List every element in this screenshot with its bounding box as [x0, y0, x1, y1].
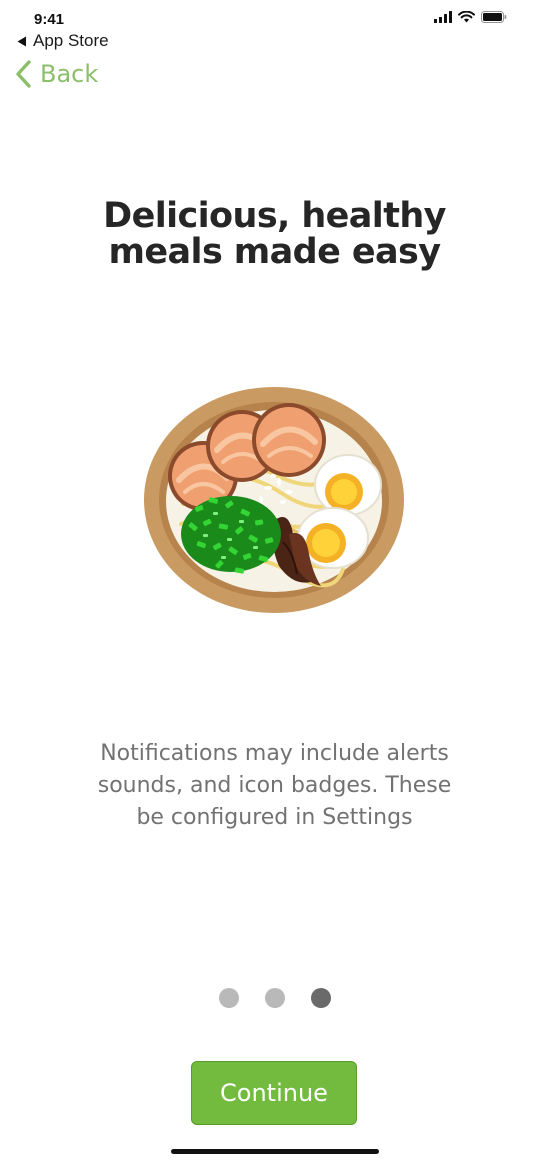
description-line: sounds, and icon badges. These: [97, 773, 452, 798]
battery-icon: [481, 11, 507, 23]
continue-button[interactable]: Continue: [191, 1061, 357, 1125]
app-store-back-link[interactable]: App Store: [17, 31, 109, 51]
wifi-icon: [458, 11, 475, 23]
description-text: Notifications may include alerts sounds,…: [0, 738, 549, 834]
title-line: Delicious, healthy: [103, 196, 446, 236]
status-bar: 9:41: [0, 0, 549, 34]
chevron-left-icon: [16, 60, 31, 88]
back-label: Back: [40, 60, 99, 88]
ramen-bowl-icon: [144, 387, 404, 613]
back-button[interactable]: Back: [15, 56, 98, 92]
home-indicator[interactable]: [171, 1149, 379, 1154]
page-dot-3-active[interactable]: [311, 988, 331, 1008]
page-indicator: [0, 988, 549, 1008]
status-time: 9:41: [34, 11, 65, 28]
description-line: be configured in Settings: [136, 805, 413, 830]
signal-icon: [434, 11, 452, 23]
page-dot-1[interactable]: [219, 988, 239, 1008]
description-line: Notifications may include alerts: [100, 741, 449, 766]
title-line: meals made easy: [108, 232, 442, 272]
page-dot-2[interactable]: [265, 988, 285, 1008]
back-triangle-icon: [17, 36, 26, 46]
page-title: Delicious, healthy meals made easy: [0, 198, 549, 270]
app-store-label: App Store: [33, 31, 109, 50]
status-icons: [434, 11, 507, 23]
